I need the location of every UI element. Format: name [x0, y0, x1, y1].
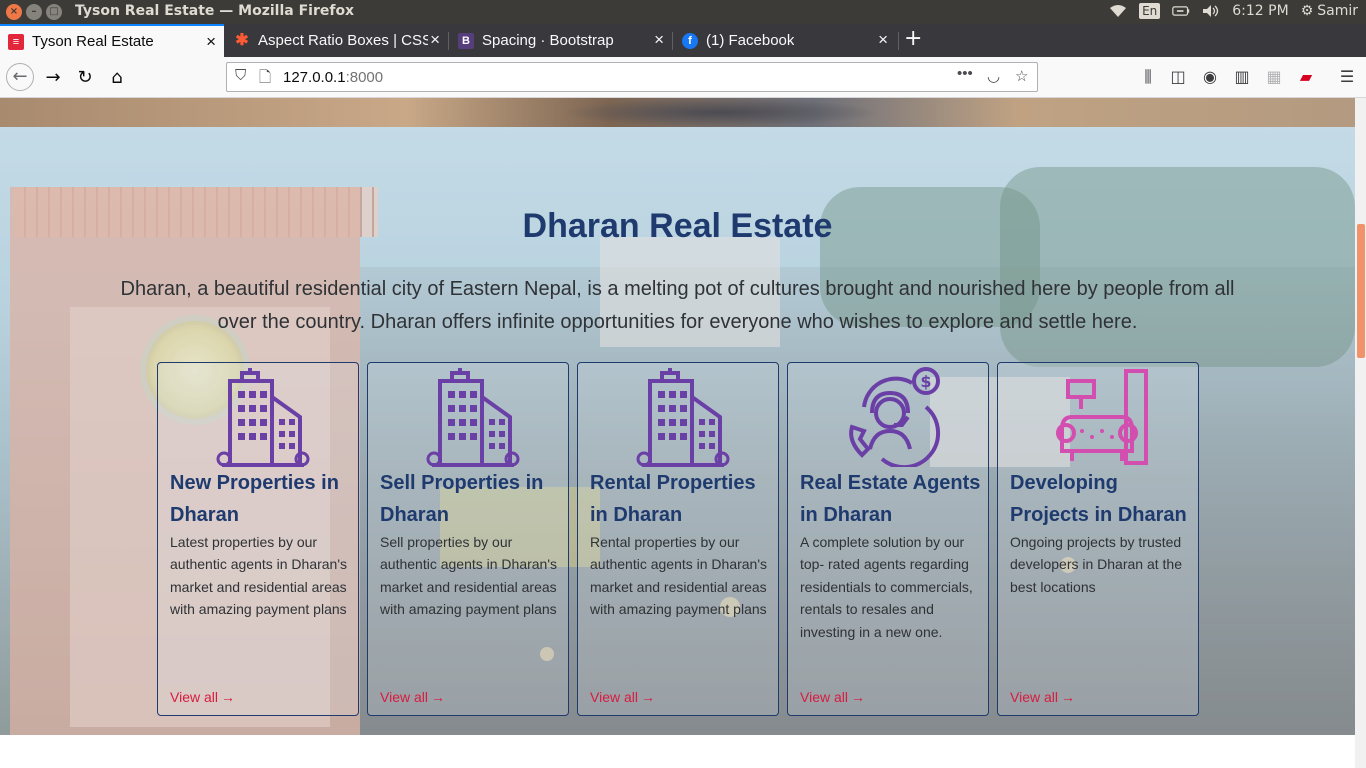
tab-close-icon[interactable]: ×	[206, 32, 216, 52]
new-tab-plus-icon[interactable]: +	[904, 28, 922, 50]
view-all-link[interactable]: View all →	[170, 689, 235, 705]
wifi-icon[interactable]	[1109, 4, 1127, 18]
battery-icon[interactable]	[1172, 4, 1190, 18]
building-icon	[426, 368, 520, 467]
tab-label: (1) Facebook	[706, 32, 795, 49]
tyson-favicon-icon: ≡	[8, 33, 24, 50]
card-title: New Properties in Dharan	[170, 472, 339, 526]
card-title: Real Estate Agents in Dharan	[800, 472, 981, 526]
arrow-right-icon: →	[851, 689, 865, 705]
arrow-right-icon: →	[221, 689, 235, 705]
os-top-bar: × – □ Tyson Real Estate — Mozilla Firefo…	[0, 0, 1366, 24]
tab-label: Spacing · Bootstrap	[482, 32, 614, 49]
tab-close-icon[interactable]: ×	[430, 30, 440, 50]
tab-label: Tyson Real Estate	[32, 33, 154, 50]
shield-icon[interactable]: ⛉	[235, 67, 246, 84]
link-label: View all	[590, 689, 638, 705]
facebook-favicon-icon: f	[682, 32, 698, 49]
link-label: View all	[1010, 689, 1058, 705]
window-minimize-button[interactable]: –	[26, 4, 42, 20]
tab-tyson-real-estate[interactable]: ≡ Tyson Real Estate ×	[0, 24, 224, 57]
gear-icon: ⚙	[1300, 3, 1314, 19]
arrow-right-icon: →	[1061, 689, 1075, 705]
sidebar-icon[interactable]: ◫	[1167, 67, 1189, 86]
agent-support-icon: $	[849, 367, 941, 467]
link-label: View all	[380, 689, 428, 705]
view-all-link[interactable]: View all →	[380, 689, 445, 705]
card-text: Rental properties by our authentic agent…	[590, 534, 768, 618]
navigation-toolbar: ← → ↻ ⌂ ⛉ 🗋 127.0.0.1:8000 ••• ◡ ☆ ⫼ ◫ ◉…	[0, 57, 1366, 98]
link-label: View all	[800, 689, 848, 705]
next-section	[0, 735, 1355, 768]
arrow-right-icon: →	[431, 689, 445, 705]
card-title: Developing Projects in Dharan	[1010, 472, 1187, 526]
window-close-button[interactable]: ×	[6, 4, 22, 20]
card-new-properties: New Properties in Dharan Latest properti…	[157, 362, 359, 716]
card-text: Ongoing projects by trusted developers i…	[1010, 534, 1182, 595]
dharan-background-image: Dharan Real Estate Dharan, a beautiful r…	[0, 127, 1355, 735]
card-developing-projects: Developing Projects in Dharan Ongoing pr…	[997, 362, 1199, 716]
bootstrap-favicon-icon: B	[458, 32, 474, 49]
page-info-icon[interactable]: 🗋	[259, 67, 271, 92]
svg-text:$: $	[920, 372, 931, 391]
window-title: Tyson Real Estate — Mozilla Firefox	[75, 3, 355, 19]
hero-image-shadow	[560, 98, 880, 127]
extension-red-icon[interactable]: ▰	[1295, 67, 1317, 86]
section-title: Dharan Real Estate	[522, 207, 833, 245]
url-text: 127.0.0.1:8000	[283, 69, 384, 86]
clock[interactable]: 6:12 PM	[1232, 3, 1288, 19]
card-text: Sell properties by our authentic agents …	[380, 534, 558, 618]
tab-separator	[448, 32, 449, 50]
building-icon	[216, 368, 310, 467]
tab-label: Aspect Ratio Boxes | CSS	[258, 32, 428, 49]
user-name: Samir	[1317, 3, 1358, 19]
library-icon[interactable]: ⫼	[1137, 67, 1159, 87]
page-scrollbar[interactable]	[1355, 98, 1366, 768]
page-viewport: Dharan Real Estate Dharan, a beautiful r…	[0, 98, 1355, 768]
extension-icon[interactable]: ▦	[1263, 67, 1285, 86]
building-icon	[636, 368, 730, 467]
keyboard-language-indicator[interactable]: En	[1139, 3, 1161, 19]
arrow-right-icon: →	[641, 689, 655, 705]
card-text: A complete solution by our top- rated ag…	[800, 534, 973, 640]
tab-separator	[898, 32, 899, 50]
pocket-icon[interactable]: ◡	[987, 67, 1000, 85]
furniture-icon	[1056, 369, 1148, 465]
forward-arrow-icon[interactable]: →	[40, 65, 66, 91]
back-arrow-icon[interactable]: ←	[6, 63, 34, 91]
page-actions-icon[interactable]: •••	[957, 65, 973, 82]
extension-grid-icon[interactable]: ▥	[1231, 67, 1253, 86]
account-icon[interactable]: ◉	[1199, 67, 1221, 86]
scrollbar-thumb[interactable]	[1357, 224, 1365, 358]
home-icon[interactable]: ⌂	[104, 65, 130, 91]
card-title: Sell Properties in Dharan	[380, 472, 544, 526]
tab-strip: ≡ Tyson Real Estate × ✱ Aspect Ratio Box…	[0, 24, 1366, 57]
tab-spacing-bootstrap[interactable]: B Spacing · Bootstrap ×	[450, 24, 672, 57]
tab-close-icon[interactable]: ×	[878, 30, 888, 50]
window-controls: × – □	[6, 4, 62, 20]
tab-facebook[interactable]: f (1) Facebook ×	[674, 24, 896, 57]
tab-separator	[672, 32, 673, 50]
css-tricks-favicon-icon: ✱	[235, 31, 249, 49]
tab-aspect-ratio-boxes[interactable]: ✱ Aspect Ratio Boxes | CSS ×	[226, 24, 448, 57]
section-description: Dharan, a beautiful residential city of …	[120, 278, 1235, 333]
tab-close-icon[interactable]: ×	[654, 30, 664, 50]
volume-icon[interactable]	[1202, 4, 1220, 18]
user-menu[interactable]: ⚙ Samir	[1301, 3, 1358, 19]
card-title: Rental Properties in Dharan	[590, 472, 756, 526]
card-rental-properties: Rental Properties in Dharan Rental prope…	[577, 362, 779, 716]
bookmark-star-icon[interactable]: ☆	[1015, 67, 1028, 85]
card-real-estate-agents: $ Real Estate Agents in Dharan A complet…	[787, 362, 989, 716]
hamburger-menu-icon[interactable]: ☰	[1336, 67, 1358, 86]
view-all-link[interactable]: View all →	[590, 689, 655, 705]
view-all-link[interactable]: View all →	[1010, 689, 1075, 705]
window-maximize-button[interactable]: □	[46, 4, 62, 20]
link-label: View all	[170, 689, 218, 705]
card-sell-properties: Sell Properties in Dharan Sell propertie…	[367, 362, 569, 716]
view-all-link[interactable]: View all →	[800, 689, 865, 705]
reload-icon[interactable]: ↻	[72, 65, 98, 91]
card-text: Latest properties by our authentic agent…	[170, 534, 348, 618]
system-tray: En 6:12 PM ⚙ Samir	[1109, 3, 1358, 19]
url-bar[interactable]: ⛉ 🗋 127.0.0.1:8000 ••• ◡ ☆	[226, 62, 1038, 92]
